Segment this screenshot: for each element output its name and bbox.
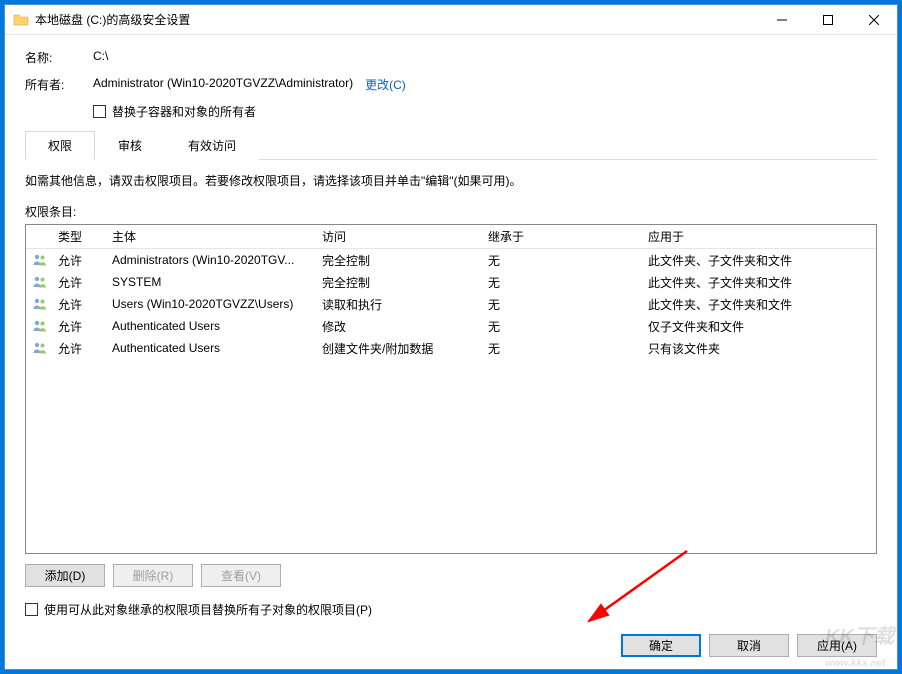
replace-inherit-label: 使用可从此对象继承的权限项目替换所有子对象的权限项目(P)	[44, 601, 372, 618]
cell-access: 完全控制	[318, 252, 484, 269]
cell-type: 允许	[54, 318, 108, 335]
tab-permissions[interactable]: 权限	[25, 131, 95, 160]
cell-inherited: 无	[484, 252, 644, 269]
users-icon	[30, 340, 50, 356]
window-controls	[759, 5, 897, 34]
list-buttons: 添加(D) 删除(R) 查看(V)	[25, 564, 877, 587]
users-icon	[30, 318, 50, 334]
cell-principal: SYSTEM	[108, 275, 318, 289]
list-header: 类型 主体 访问 继承于 应用于	[26, 225, 876, 249]
cell-inherited: 无	[484, 318, 644, 335]
change-owner-link[interactable]: 更改(C)	[365, 76, 406, 93]
permission-row[interactable]: 允许Users (Win10-2020TGVZZ\Users)读取和执行无此文件…	[26, 293, 876, 315]
users-icon	[30, 274, 50, 290]
titlebar: 本地磁盘 (C:)的高级安全设置	[5, 5, 897, 35]
owner-label: 所有者:	[25, 76, 93, 93]
permission-entries-label: 权限条目:	[25, 203, 877, 220]
replace-owner-label: 替换子容器和对象的所有者	[112, 103, 256, 120]
cell-applies: 此文件夹、子文件夹和文件	[644, 296, 876, 313]
replace-inherit-checkbox[interactable]	[25, 603, 38, 616]
cell-access: 创建文件夹/附加数据	[318, 340, 484, 357]
col-type[interactable]: 类型	[54, 228, 108, 245]
instruction-text: 如需其他信息，请双击权限项目。若要修改权限项目，请选择该项目并单击"编辑"(如果…	[25, 172, 877, 189]
col-applies[interactable]: 应用于	[644, 228, 876, 245]
cell-type: 允许	[54, 340, 108, 357]
replace-owner-checkbox[interactable]	[93, 105, 106, 118]
cell-principal: Authenticated Users	[108, 319, 318, 333]
cell-applies: 此文件夹、子文件夹和文件	[644, 252, 876, 269]
cell-type: 允许	[54, 252, 108, 269]
replace-owner-row: 替换子容器和对象的所有者	[93, 103, 877, 120]
cell-applies: 仅子文件夹和文件	[644, 318, 876, 335]
cancel-button[interactable]: 取消	[709, 634, 789, 657]
name-value: C:\	[93, 49, 108, 63]
tabs: 权限 审核 有效访问	[25, 130, 877, 160]
remove-button: 删除(R)	[113, 564, 193, 587]
cell-principal: Authenticated Users	[108, 341, 318, 355]
cell-type: 允许	[54, 274, 108, 291]
permission-row[interactable]: 允许Authenticated Users创建文件夹/附加数据无只有该文件夹	[26, 337, 876, 359]
folder-icon	[13, 12, 29, 28]
cell-principal: Users (Win10-2020TGVZZ\Users)	[108, 297, 318, 311]
cell-access: 完全控制	[318, 274, 484, 291]
annotation-arrow	[577, 543, 697, 633]
cell-access: 修改	[318, 318, 484, 335]
dialog-footer: 确定 取消 应用(A)	[25, 634, 877, 657]
owner-row: 所有者: Administrator (Win10-2020TGVZZ\Admi…	[25, 76, 877, 93]
permission-list[interactable]: 类型 主体 访问 继承于 应用于 允许Administrators (Win10…	[25, 224, 877, 554]
advanced-security-window: 本地磁盘 (C:)的高级安全设置 名称: C:\ 所有者: Administra…	[4, 4, 898, 670]
ok-button[interactable]: 确定	[621, 634, 701, 657]
cell-applies: 此文件夹、子文件夹和文件	[644, 274, 876, 291]
permission-row[interactable]: 允许Authenticated Users修改无仅子文件夹和文件	[26, 315, 876, 337]
col-inherited[interactable]: 继承于	[484, 228, 644, 245]
content-area: 名称: C:\ 所有者: Administrator (Win10-2020TG…	[5, 35, 897, 669]
view-button: 查看(V)	[201, 564, 281, 587]
name-label: 名称:	[25, 49, 93, 66]
tab-audit[interactable]: 审核	[95, 131, 165, 160]
cell-type: 允许	[54, 296, 108, 313]
window-title: 本地磁盘 (C:)的高级安全设置	[35, 11, 759, 28]
add-button[interactable]: 添加(D)	[25, 564, 105, 587]
minimize-button[interactable]	[759, 5, 805, 34]
apply-button[interactable]: 应用(A)	[797, 634, 877, 657]
cell-applies: 只有该文件夹	[644, 340, 876, 357]
cell-inherited: 无	[484, 340, 644, 357]
col-access[interactable]: 访问	[318, 228, 484, 245]
maximize-button[interactable]	[805, 5, 851, 34]
tab-effective-access[interactable]: 有效访问	[165, 131, 259, 160]
cell-access: 读取和执行	[318, 296, 484, 313]
users-icon	[30, 296, 50, 312]
cell-inherited: 无	[484, 296, 644, 313]
permission-row[interactable]: 允许SYSTEM完全控制无此文件夹、子文件夹和文件	[26, 271, 876, 293]
col-principal[interactable]: 主体	[108, 228, 318, 245]
replace-inherit-row: 使用可从此对象继承的权限项目替换所有子对象的权限项目(P)	[25, 601, 877, 618]
close-button[interactable]	[851, 5, 897, 34]
cell-principal: Administrators (Win10-2020TGV...	[108, 253, 318, 267]
name-row: 名称: C:\	[25, 49, 877, 66]
owner-value: Administrator (Win10-2020TGVZZ\Administr…	[93, 76, 353, 90]
users-icon	[30, 252, 50, 268]
permission-row[interactable]: 允许Administrators (Win10-2020TGV...完全控制无此…	[26, 249, 876, 271]
cell-inherited: 无	[484, 274, 644, 291]
